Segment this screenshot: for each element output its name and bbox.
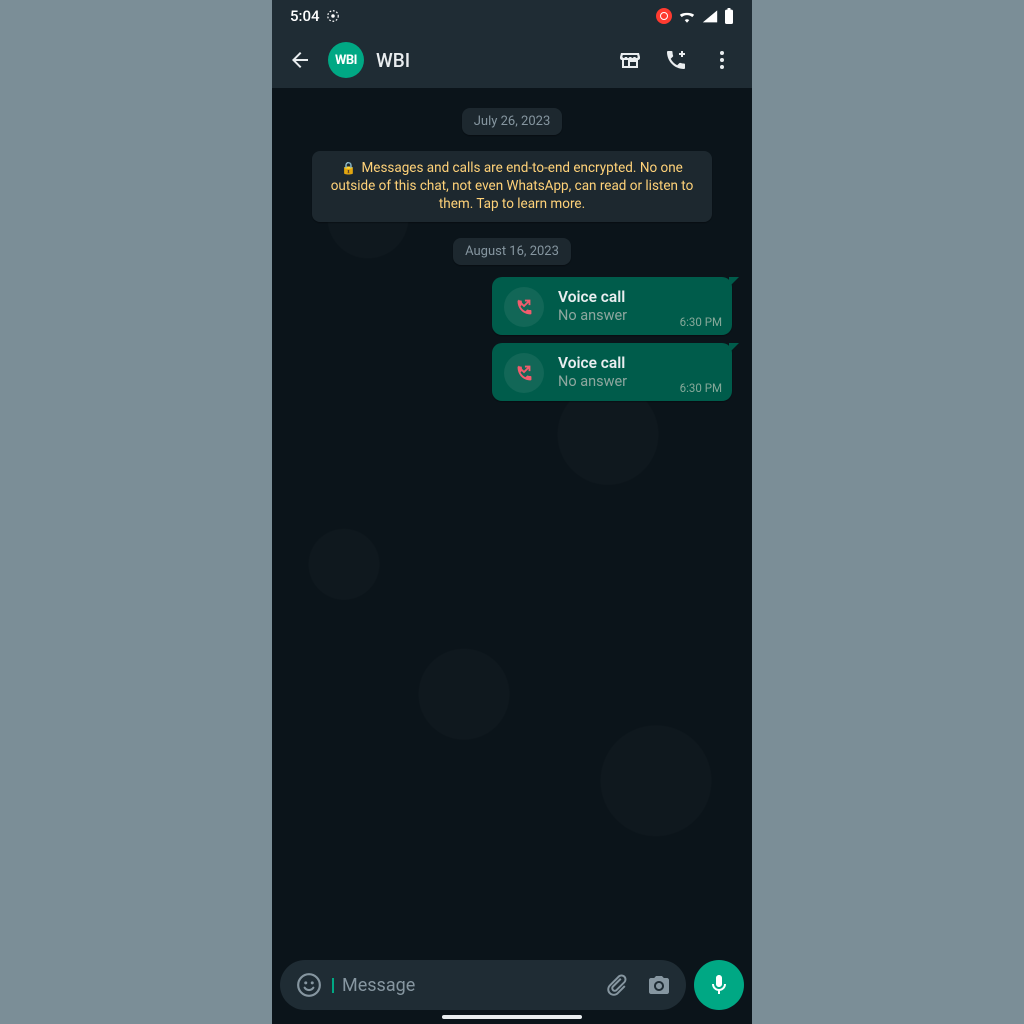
paperclip-icon [605,973,629,997]
status-time: 5:04 [290,7,320,25]
call-bubble[interactable]: Voice call No answer 6:30 PM [492,343,732,401]
composer-row: Message [272,954,752,1024]
camera-button[interactable] [640,966,678,1004]
home-indicator[interactable] [442,1015,582,1019]
call-time: 6:30 PM [680,315,722,329]
phone-plus-icon [664,48,688,72]
call-title: Voice call [558,287,722,307]
message-placeholder: Message [342,975,415,996]
wifi-icon [678,9,696,23]
storefront-button[interactable] [610,40,650,80]
signal-icon [702,9,718,23]
emoji-icon [296,972,322,998]
battery-icon [724,8,734,24]
call-title: Voice call [558,353,722,373]
status-bar: 5:04 [272,0,752,32]
contact-title[interactable]: WBI [376,49,602,72]
date-chip: July 26, 2023 [462,108,563,135]
menu-button[interactable] [702,40,742,80]
mic-icon [707,973,731,997]
arrow-left-icon [288,48,312,72]
composer: Message [280,960,686,1010]
contact-avatar[interactable]: WBI [328,42,364,78]
camera-icon [647,973,671,997]
call-button[interactable] [656,40,696,80]
storefront-icon [618,48,642,72]
chat-body[interactable]: July 26, 2023 🔒 Messages and calls are e… [272,88,752,954]
back-button[interactable] [280,40,320,80]
app-bar: WBI WBI [272,32,752,88]
attach-button[interactable] [598,966,636,1004]
recording-icon [656,8,672,24]
more-vert-icon [710,48,734,72]
encryption-notice[interactable]: 🔒 Messages and calls are end-to-end encr… [312,151,712,222]
status-dot-icon [326,9,340,23]
phone-frame: 5:04 WBI WBI Jul [272,0,752,1024]
emoji-button[interactable] [290,966,328,1004]
mic-button[interactable] [694,960,744,1010]
call-time: 6:30 PM [680,381,722,395]
date-chip: August 16, 2023 [453,238,571,265]
missed-call-icon [504,353,544,393]
encryption-text: Messages and calls are end-to-end encryp… [331,160,694,212]
message-input[interactable]: Message [332,975,594,996]
call-bubble[interactable]: Voice call No answer 6:30 PM [492,277,732,335]
lock-icon: 🔒 [341,161,356,175]
avatar-initials: WBI [335,53,357,68]
missed-call-icon [504,287,544,327]
